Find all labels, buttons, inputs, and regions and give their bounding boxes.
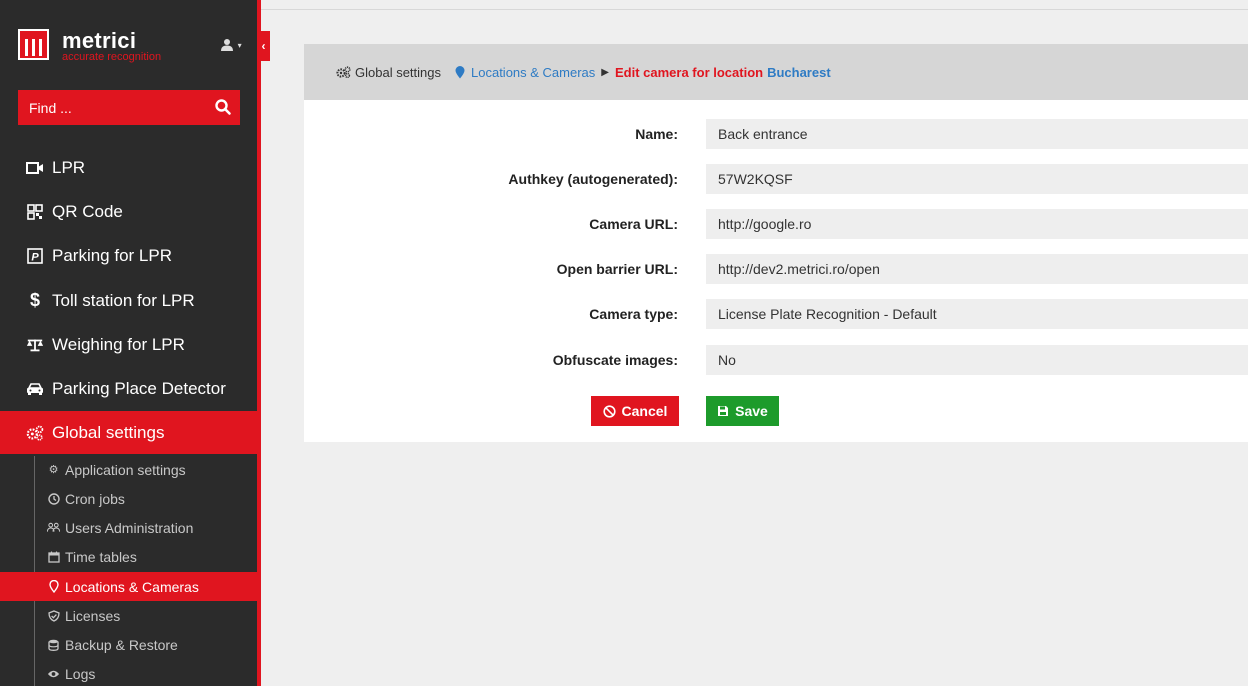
car-icon — [26, 380, 44, 398]
map-marker-icon — [47, 580, 60, 593]
authkey-field[interactable]: 57W2KQSF — [706, 164, 1248, 194]
name-field[interactable]: Back entrance — [706, 119, 1248, 149]
app-window: metrici accurate recognition ▾ LPR QR Co… — [0, 0, 1248, 686]
sidebar-item-label: Logs — [65, 665, 96, 682]
qrcode-icon — [26, 203, 44, 221]
field-label: Camera type: — [589, 306, 678, 322]
sidebar-item-label: Locations & Cameras — [65, 578, 199, 595]
form-row-name: Name: Back entrance — [304, 119, 1248, 149]
nav-item-parking-for-lpr[interactable]: P Parking for LPR — [0, 235, 257, 276]
nav-item-qr-code[interactable]: QR Code — [0, 191, 257, 232]
sidebar-item-licenses[interactable]: Licenses — [0, 601, 257, 630]
nav-item-global-settings[interactable]: Global settings — [0, 411, 257, 454]
ban-icon — [602, 404, 616, 418]
brand-tagline: accurate recognition — [62, 51, 162, 63]
sidebar-item-cron-jobs[interactable]: Cron jobs — [0, 484, 257, 513]
breadcrumb-locations-cameras[interactable]: Locations & Cameras — [471, 65, 595, 80]
caret-down-icon: ▾ — [237, 41, 242, 50]
sidebar-item-label: Time tables — [65, 548, 137, 565]
sidebar-edge — [257, 0, 261, 686]
clock-icon — [47, 492, 60, 505]
field-label: Open barrier URL: — [556, 261, 678, 277]
breadcrumb-location: Bucharest — [767, 64, 831, 80]
form-row-camera-type: Camera type: License Plate Recognition -… — [304, 299, 1248, 329]
cogs-icon — [336, 66, 351, 78]
form-row-obfuscate-images: Obfuscate images: No — [304, 345, 1248, 375]
caret-right-icon: ▶ — [601, 66, 609, 78]
nav-item-lpr[interactable]: LPR — [0, 147, 257, 188]
parking-icon: P — [26, 247, 44, 265]
nav-item-label: LPR — [52, 157, 86, 177]
nav-item-label: Parking for LPR — [52, 245, 172, 265]
gear-icon: ⚙ — [48, 464, 59, 476]
form-row-open-barrier-url: Open barrier URL: http://dev2.metrici.ro… — [304, 254, 1248, 284]
collapse-sidebar-button[interactable]: ‹ — [257, 31, 270, 61]
nav-item-label: Weighing for LPR — [52, 334, 185, 354]
camera-type-select[interactable]: License Plate Recognition - Default — [706, 299, 1248, 329]
search-box — [18, 90, 240, 125]
logo-icon[interactable] — [18, 29, 49, 60]
sidebar-item-label: Cron jobs — [65, 490, 125, 507]
nav-item-label: Global settings — [52, 422, 165, 442]
camera-url-field[interactable]: http://google.ro — [706, 209, 1248, 239]
nav-item-label: QR Code — [52, 201, 123, 221]
field-label: Obfuscate images: — [552, 352, 678, 368]
balance-scale-icon — [26, 336, 44, 354]
field-label: Name: — [635, 126, 678, 142]
user-icon — [221, 39, 233, 51]
nav-item-label: Parking Place Detector — [52, 378, 226, 398]
shield-check-icon — [47, 609, 60, 622]
sidebar-item-label: Licenses — [65, 607, 121, 624]
obfuscate-images-select[interactable]: No — [706, 345, 1248, 375]
user-menu[interactable]: ▾ — [220, 38, 242, 54]
sidebar-item-time-tables[interactable]: Time tables — [0, 542, 257, 571]
dollar-icon: $ — [29, 290, 40, 310]
save-button[interactable]: Save — [706, 396, 779, 426]
sidebar-item-backup-restore[interactable]: Backup & Restore — [0, 630, 257, 659]
calendar-icon — [47, 550, 60, 563]
cogs-icon — [26, 424, 44, 442]
sidebar-item-application-settings[interactable]: ⚙ Application settings — [0, 455, 257, 484]
sidebar: metrici accurate recognition ▾ LPR QR Co… — [0, 0, 257, 686]
floppy-disk-icon — [717, 405, 729, 417]
cancel-label: Cancel — [621, 403, 668, 419]
top-divider — [261, 9, 1248, 10]
field-label: Authkey (autogenerated): — [508, 171, 678, 187]
form-row-authkey: Authkey (autogenerated): 57W2KQSF — [304, 164, 1248, 194]
sidebar-item-label: Application settings — [65, 461, 186, 478]
chevron-left-icon: ‹ — [261, 39, 266, 53]
database-icon — [47, 638, 60, 651]
cancel-button[interactable]: Cancel — [591, 396, 679, 426]
svg-text:P: P — [31, 251, 39, 263]
sidebar-item-locations-cameras[interactable]: Locations & Cameras — [0, 572, 257, 601]
form-row-camera-url: Camera URL: http://google.ro — [304, 209, 1248, 239]
open-barrier-url-field[interactable]: http://dev2.metrici.ro/open — [706, 254, 1248, 284]
nav-item-parking-place-detector[interactable]: Parking Place Detector — [0, 368, 257, 409]
nav-item-weighing[interactable]: Weighing for LPR — [0, 324, 257, 365]
search-icon[interactable] — [214, 98, 232, 116]
field-label: Camera URL: — [589, 216, 678, 232]
map-marker-icon — [455, 65, 465, 79]
breadcrumb: Global settings Locations & Cameras ▶ Ed… — [304, 44, 1248, 100]
edit-camera-panel: Global settings Locations & Cameras ▶ Ed… — [304, 44, 1248, 442]
users-icon — [47, 521, 60, 534]
sidebar-item-label: Backup & Restore — [65, 636, 178, 653]
nav-item-toll-station[interactable]: $ Toll station for LPR — [0, 280, 257, 321]
sidebar-item-users-administration[interactable]: Users Administration — [0, 513, 257, 542]
sidebar-item-logs[interactable]: Logs — [0, 659, 257, 686]
sidebar-item-label: Users Administration — [65, 519, 194, 536]
nav-item-label: Toll station for LPR — [52, 290, 195, 310]
breadcrumb-current: Edit camera for location — [614, 64, 764, 80]
save-label: Save — [735, 403, 768, 419]
eye-icon — [47, 667, 60, 680]
sidebar-header: metrici accurate recognition ▾ — [0, 0, 257, 80]
video-camera-icon — [26, 159, 44, 177]
search-input[interactable] — [18, 90, 208, 125]
breadcrumb-root[interactable]: Global settings — [355, 65, 441, 80]
